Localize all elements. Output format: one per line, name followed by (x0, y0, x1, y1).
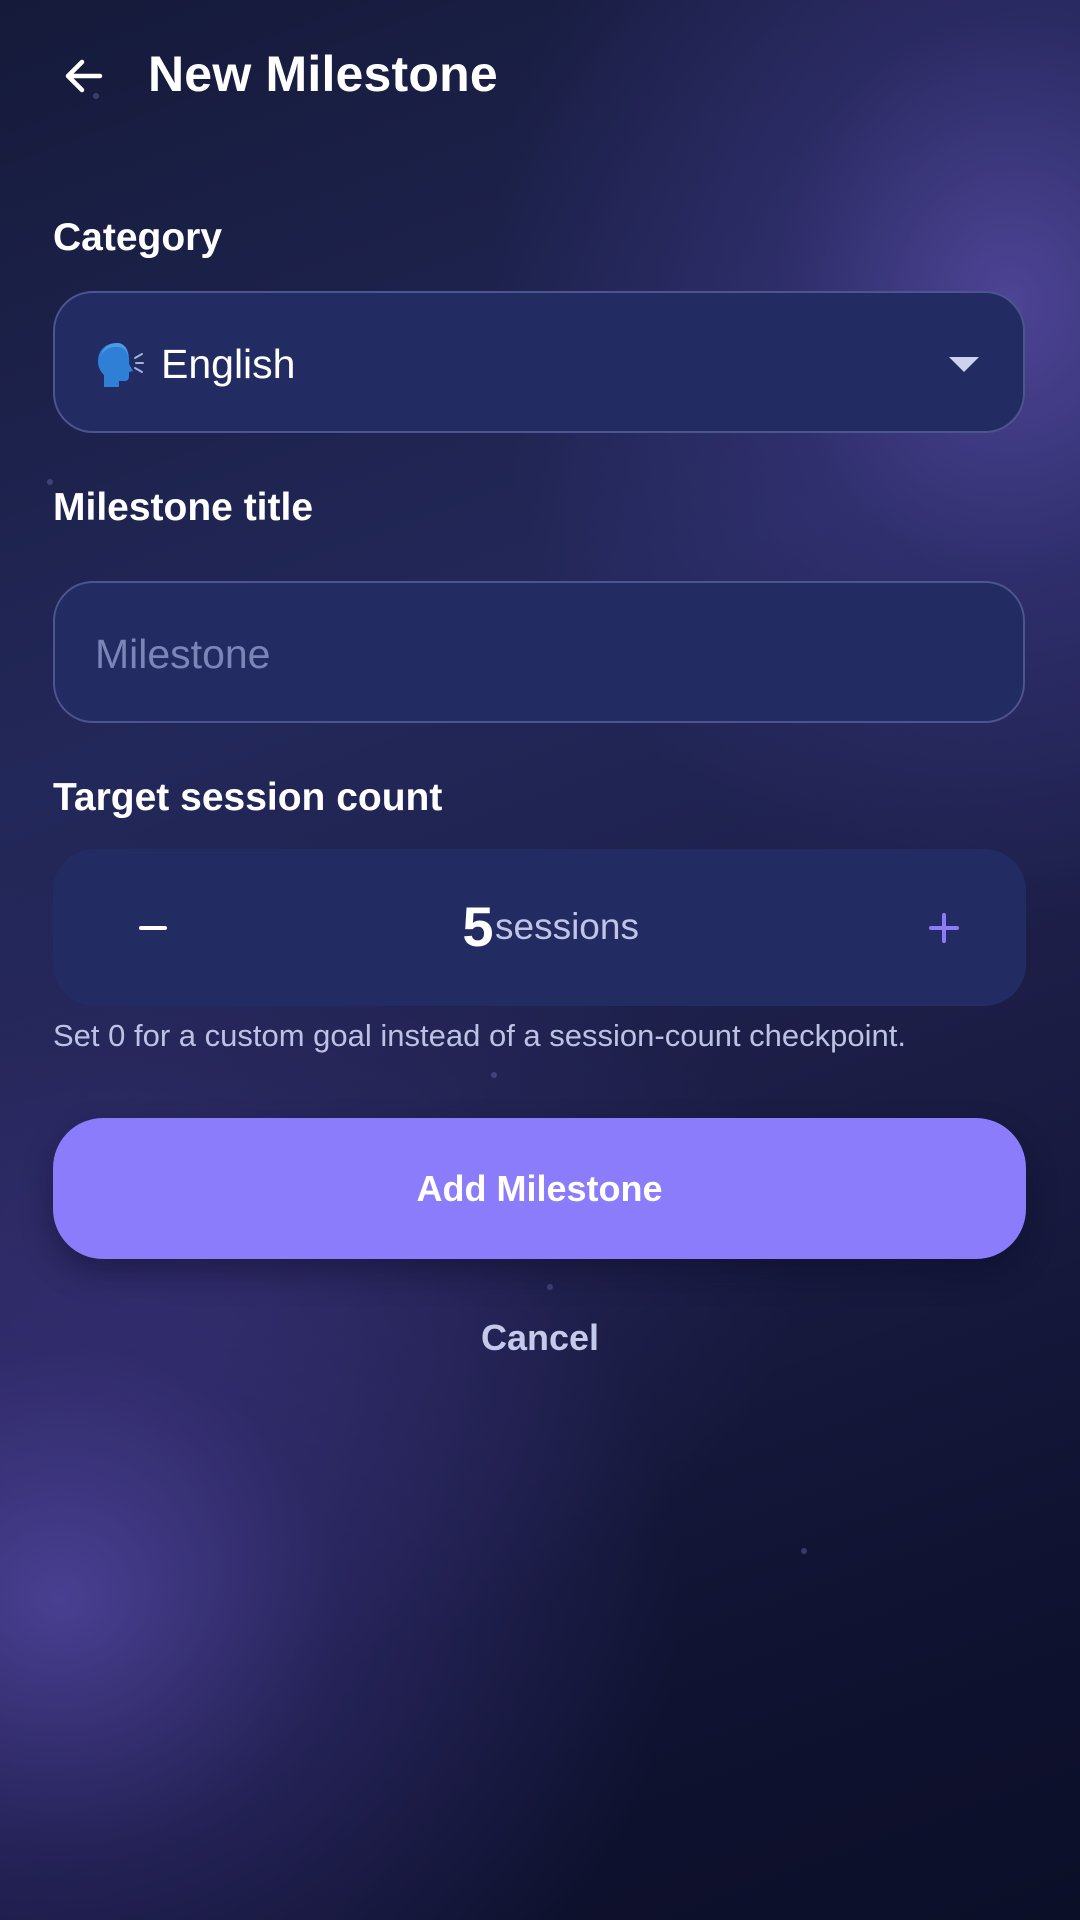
background-speck (547, 1284, 553, 1290)
session-count-stepper: 5 sessions (53, 849, 1026, 1006)
minus-icon (139, 926, 167, 930)
background-speck (801, 1548, 807, 1554)
plus-icon (929, 913, 959, 943)
page-title: New Milestone (148, 46, 498, 102)
caret-down-icon (949, 357, 979, 372)
cancel-button[interactable]: Cancel (440, 1312, 640, 1364)
milestone-title-field (53, 581, 1025, 723)
session-count-unit: sessions (495, 906, 639, 947)
target-session-count-label: Target session count (53, 776, 443, 819)
increment-button[interactable] (904, 888, 984, 968)
add-milestone-button[interactable]: Add Milestone (53, 1118, 1026, 1259)
decrement-button[interactable] (113, 888, 193, 968)
back-button[interactable] (52, 44, 116, 108)
category-dropdown[interactable]: English (53, 291, 1025, 433)
session-count-helper-text: Set 0 for a custom goal instead of a ses… (53, 1018, 906, 1053)
top-app-bar: New Milestone (0, 0, 1080, 150)
milestone-title-input[interactable] (95, 619, 975, 689)
background-speck (491, 1072, 497, 1078)
category-selected-value: English (161, 341, 296, 387)
arrow-left-icon (65, 59, 103, 93)
speaking-head-icon (98, 343, 144, 387)
category-label: Category (53, 216, 223, 259)
milestone-title-label: Milestone title (53, 486, 314, 529)
